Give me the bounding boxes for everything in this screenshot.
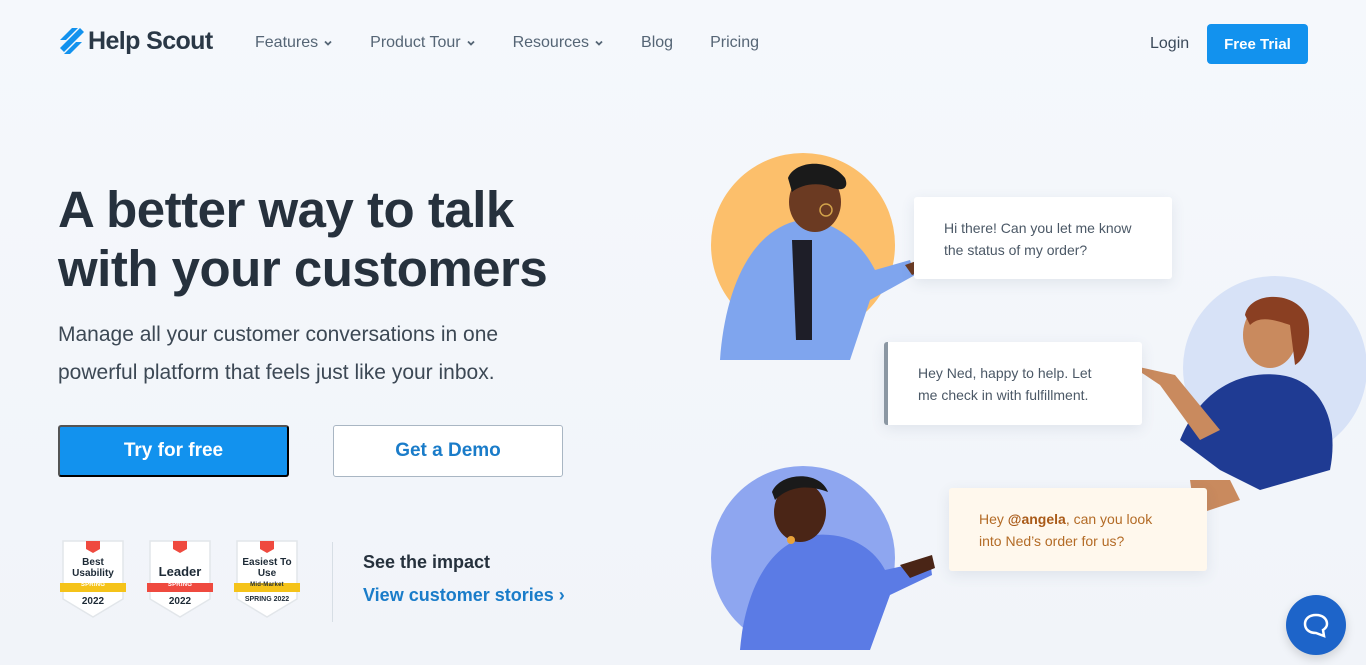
nav-resources-label: Resources xyxy=(512,34,590,51)
main-nav: Features Product Tour Resources Blog Pri… xyxy=(255,34,796,52)
g2-badge-easiest-to-use: Easiest To Use Mid-Market SPRING 2022 xyxy=(234,539,300,619)
nav-product-tour-label: Product Tour xyxy=(370,34,461,51)
impact-title: See the impact xyxy=(363,552,491,572)
chat-bubble-internal-note: Hey @angela, can you look into Ned’s ord… xyxy=(949,488,1207,571)
view-customer-stories-link[interactable]: View customer stories › xyxy=(363,585,565,606)
nav-resources[interactable]: Resources xyxy=(513,34,604,52)
chat-bubble-agent-reply: Hey Ned, happy to help. Let me check in … xyxy=(884,342,1142,425)
chat-bubble-text: Hey Ned, happy to help. Let me check in … xyxy=(918,365,1092,403)
help-scout-logo-icon xyxy=(60,28,84,54)
badge-ribbon: Mid-Market xyxy=(250,582,284,588)
chat-bubble-customer: Hi there! Can you let me know the status… xyxy=(914,197,1172,279)
nav-features[interactable]: Features xyxy=(255,34,333,52)
hero-title: A better way to talk with your customers xyxy=(58,181,548,297)
hero-subtitle: Manage all your customer conversations i… xyxy=(58,323,499,384)
try-for-free-button[interactable]: Try for free xyxy=(58,425,289,477)
nav-pricing-label: Pricing xyxy=(710,34,759,51)
get-a-demo-button[interactable]: Get a Demo xyxy=(333,425,563,477)
badge-title: Leader xyxy=(158,564,202,579)
g2-badge-shape-icon xyxy=(60,540,126,618)
nav-pricing[interactable]: Pricing xyxy=(710,34,759,52)
chevron-down-icon xyxy=(466,40,475,46)
g2-badge-shape-icon xyxy=(147,540,213,618)
beacon-chat-button[interactable] xyxy=(1286,595,1346,655)
g2-badge-shape-icon xyxy=(234,540,300,618)
badge-ribbon: SPRING xyxy=(167,582,193,588)
free-trial-button[interactable]: Free Trial xyxy=(1207,24,1308,64)
badge-title: Best Usability xyxy=(72,557,114,579)
g2-badge-best-usability: Best Usability SPRING 2022 xyxy=(60,539,126,619)
mention-tag: @angela xyxy=(1007,511,1066,527)
note-prefix: Hey xyxy=(979,511,1008,527)
hero-illustration: Hi there! Can you let me know the status… xyxy=(700,140,1366,665)
badge-year: 2022 xyxy=(168,596,192,607)
impact-divider xyxy=(332,542,333,622)
nav-features-label: Features xyxy=(255,34,319,51)
badge-title: Easiest To Use xyxy=(242,557,292,579)
chevron-down-icon xyxy=(595,40,603,46)
login-link[interactable]: Login xyxy=(1150,35,1189,53)
nav-blog[interactable]: Blog xyxy=(641,34,673,52)
chevron-down-icon xyxy=(324,40,332,46)
chat-bubble-icon xyxy=(1303,613,1329,638)
logo-text: Help Scout xyxy=(88,26,213,55)
nav-blog-label: Blog xyxy=(641,34,674,51)
badge-year: SPRING 2022 xyxy=(244,596,290,603)
nav-product-tour[interactable]: Product Tour xyxy=(370,34,475,52)
chat-bubble-text: Hey @angela, can you look into Ned’s ord… xyxy=(979,508,1177,552)
g2-badge-leader: Leader SPRING 2022 xyxy=(147,539,213,619)
page: Help Scout Features Product Tour Resourc… xyxy=(0,0,1366,665)
chat-bubble-text: Hi there! Can you let me know the status… xyxy=(944,220,1132,258)
badge-year: 2022 xyxy=(81,596,105,607)
badge-ribbon: SPRING xyxy=(80,582,106,588)
logo[interactable]: Help Scout xyxy=(58,26,213,56)
